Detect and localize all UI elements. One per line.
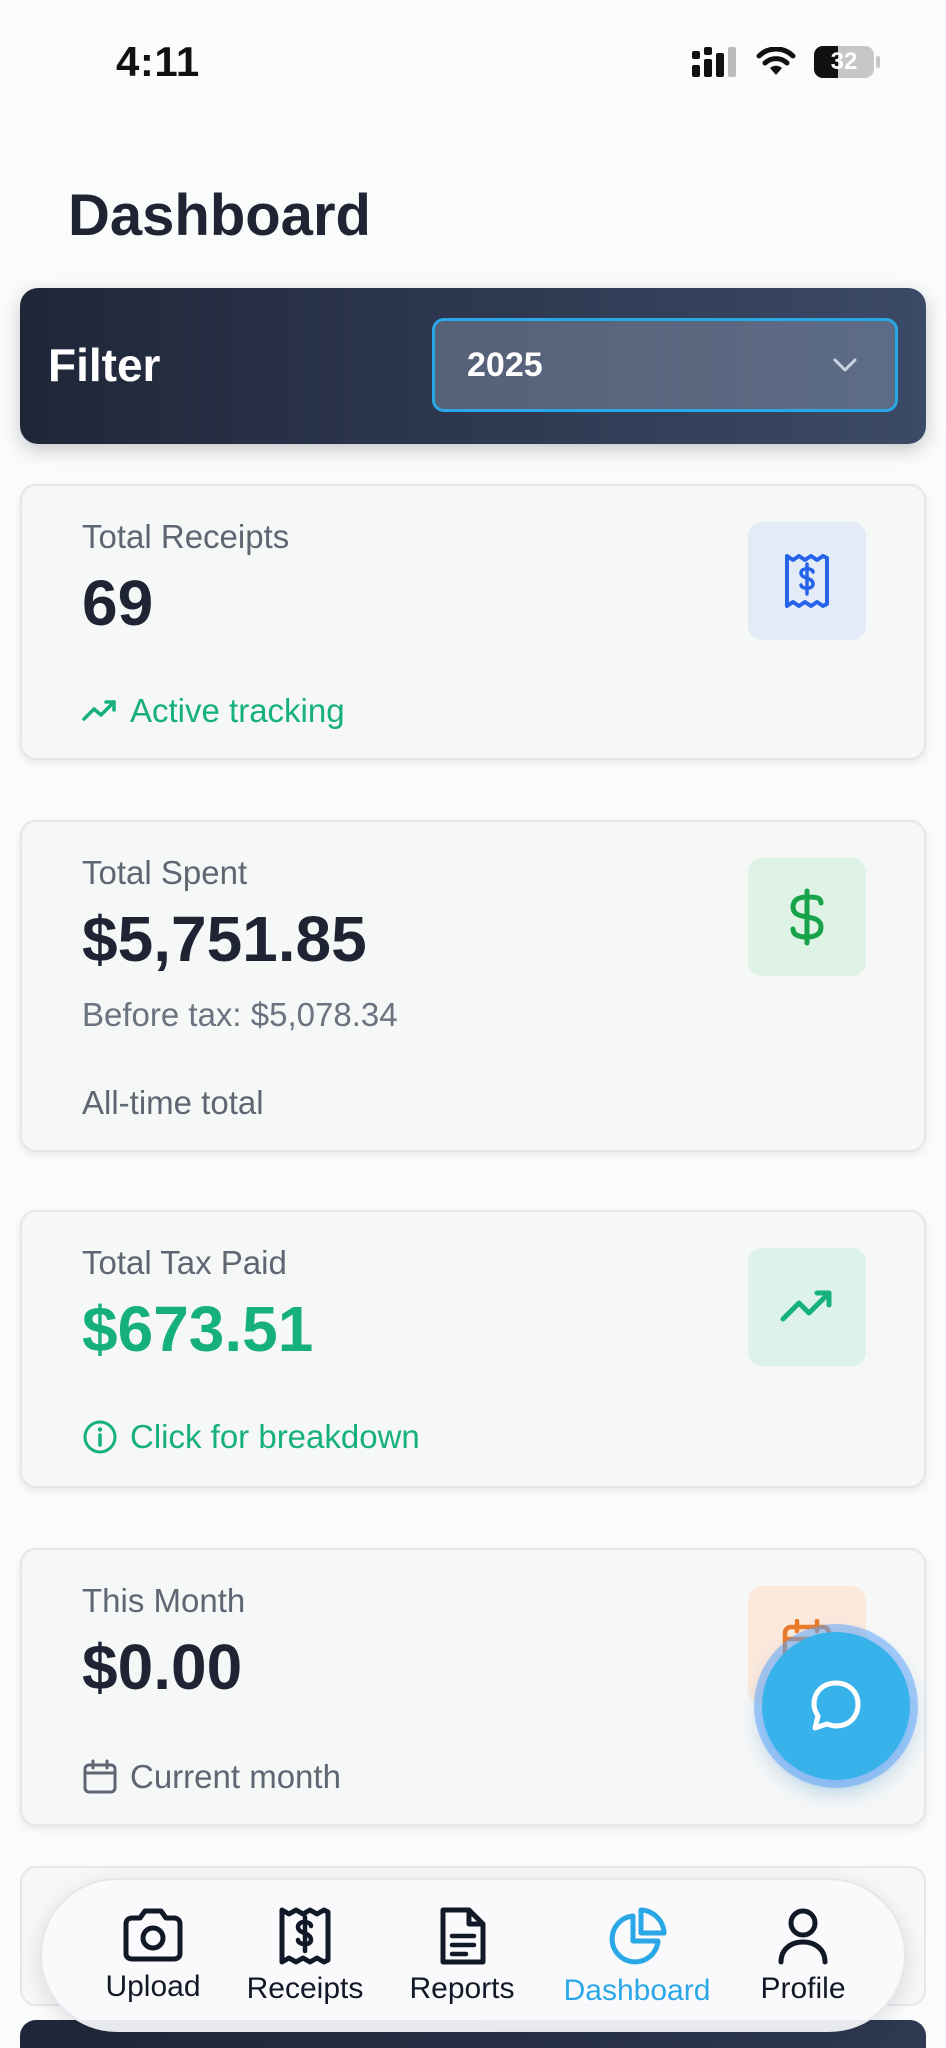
card-label: Total Tax Paid [82, 1244, 287, 1281]
nav-label: Receipts [246, 1972, 364, 2005]
card-icon-box [748, 858, 866, 976]
nav-label: Upload [105, 1970, 201, 2003]
nav-label: Dashboard [563, 1974, 711, 2007]
card-footer-text: All-time total [82, 1084, 264, 1121]
document-icon [440, 1907, 486, 1965]
nav-label: Reports [409, 1972, 515, 2005]
trending-up-icon [780, 1290, 832, 1322]
year-filter-select[interactable]: 2025 [432, 318, 898, 412]
nav-item-reports[interactable]: Reports [387, 1906, 537, 2006]
chevron-down-icon [833, 358, 857, 372]
nav-label: Profile [760, 1972, 846, 2005]
card-footer[interactable]: Click for breakdown [82, 1418, 420, 1456]
battery-level: 32 [830, 48, 858, 75]
camera-icon [123, 1908, 183, 1962]
card-footer-text: Active tracking [130, 692, 345, 729]
info-icon [83, 1420, 117, 1454]
card-footer-text: Click for breakdown [130, 1418, 420, 1455]
wifi-icon [756, 47, 796, 75]
signal-icon [692, 47, 736, 77]
battery-icon: 32 [814, 46, 880, 78]
total-tax-paid-card[interactable]: Total Tax Paid $673.51 Click for breakdo… [20, 1210, 926, 1488]
chat-bubble-icon [811, 1680, 861, 1731]
card-footer-text: Current month [130, 1758, 341, 1795]
filter-bar: Filter 2025 [20, 288, 926, 444]
trending-up-icon [82, 700, 116, 721]
card-icon-box [748, 522, 866, 640]
receipt-dollar-icon [785, 554, 829, 608]
pie-chart-icon [609, 1907, 667, 1965]
chat-button[interactable] [762, 1632, 910, 1780]
calendar-icon [83, 1759, 117, 1794]
card-value: 69 [82, 567, 154, 639]
receipt-icon [279, 1907, 331, 1965]
card-value: $673.51 [82, 1293, 314, 1365]
status-icons: 32 [692, 46, 880, 78]
filter-label: Filter [48, 339, 161, 391]
dollar-icon [790, 888, 824, 946]
card-footer: Current month [82, 1758, 341, 1796]
nav-item-upload[interactable]: Upload [78, 1906, 228, 2004]
total-spent-card[interactable]: Total Spent $5,751.85 Before tax: $5,078… [20, 820, 926, 1152]
card-subtext: Before tax: $5,078.34 [82, 996, 398, 1033]
nav-item-receipts[interactable]: Receipts [230, 1906, 380, 2006]
card-footer: All-time total [82, 1084, 264, 1122]
card-label: This Month [82, 1582, 246, 1619]
card-label: Total Spent [82, 854, 248, 891]
card-label: Total Receipts [82, 518, 290, 555]
total-receipts-card[interactable]: Total Receipts 69 Active tracking [20, 484, 926, 760]
nav-item-profile[interactable]: Profile [728, 1906, 878, 2006]
page-title: Dashboard [68, 183, 371, 248]
status-bar: 4:11 32 [0, 0, 946, 120]
status-time: 4:11 [116, 38, 200, 85]
user-icon [778, 1908, 828, 1965]
card-footer: Active tracking [82, 692, 345, 730]
year-filter-value: 2025 [467, 345, 543, 384]
nav-item-dashboard[interactable]: Dashboard [562, 1906, 712, 2008]
card-icon-box [748, 1248, 866, 1366]
card-value: $0.00 [82, 1631, 243, 1703]
card-value: $5,751.85 [82, 903, 367, 975]
bottom-nav: Upload Receipts Reports Dashboard Profil… [40, 1878, 906, 2032]
